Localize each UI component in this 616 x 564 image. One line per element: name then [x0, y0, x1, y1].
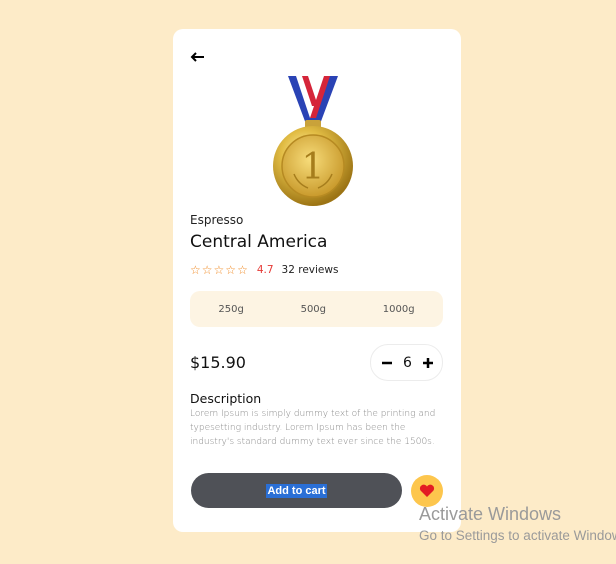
size-option-500g[interactable]: 500g [293, 300, 334, 319]
medal-image: 1 [273, 76, 353, 206]
favorite-button[interactable] [411, 475, 443, 507]
rating-stars: ☆ ☆ ☆ ☆ ☆ [190, 264, 248, 276]
description-title: Description [190, 391, 262, 406]
size-selector: 250g 500g 1000g [190, 291, 443, 327]
quantity-stepper: 6 [370, 344, 443, 381]
arrow-left-icon[interactable] [189, 49, 207, 65]
star-icon: ☆ [190, 263, 201, 277]
rating-value: 4.7 [256, 264, 274, 276]
star-icon: ☆ [201, 263, 213, 277]
add-to-cart-button[interactable]: Add to cart [191, 473, 402, 508]
product-name: Central America [190, 232, 328, 252]
add-to-cart-label: Add to cart [266, 483, 327, 498]
activate-windows-title: Activate Windows [419, 504, 562, 524]
activate-windows-subtitle: Go to Settings to activate Windows. [419, 528, 616, 543]
star-icon: ☆ [213, 263, 225, 277]
product-category: Espresso [190, 213, 244, 227]
star-icon: ☆ [237, 263, 248, 277]
quantity-value: 6 [403, 354, 412, 371]
size-option-250g[interactable]: 250g [210, 300, 251, 319]
star-icon: ☆ [225, 263, 237, 277]
size-option-1000g[interactable]: 1000g [375, 300, 423, 319]
minus-icon[interactable] [381, 357, 393, 369]
svg-text:1: 1 [302, 147, 325, 188]
description-text: Lorem Ipsum is simply dummy text of the … [190, 409, 436, 447]
product-card: 1 Espresso Central America ☆ ☆ ☆ ☆ ☆ 4.7… [173, 29, 461, 532]
reviews-count: 32 reviews [281, 264, 339, 276]
plus-icon[interactable] [422, 357, 434, 369]
heart-icon [419, 484, 435, 497]
rating-row: ☆ ☆ ☆ ☆ ☆ 4.7 32 reviews [190, 262, 338, 278]
product-price: $15.90 [190, 353, 246, 372]
